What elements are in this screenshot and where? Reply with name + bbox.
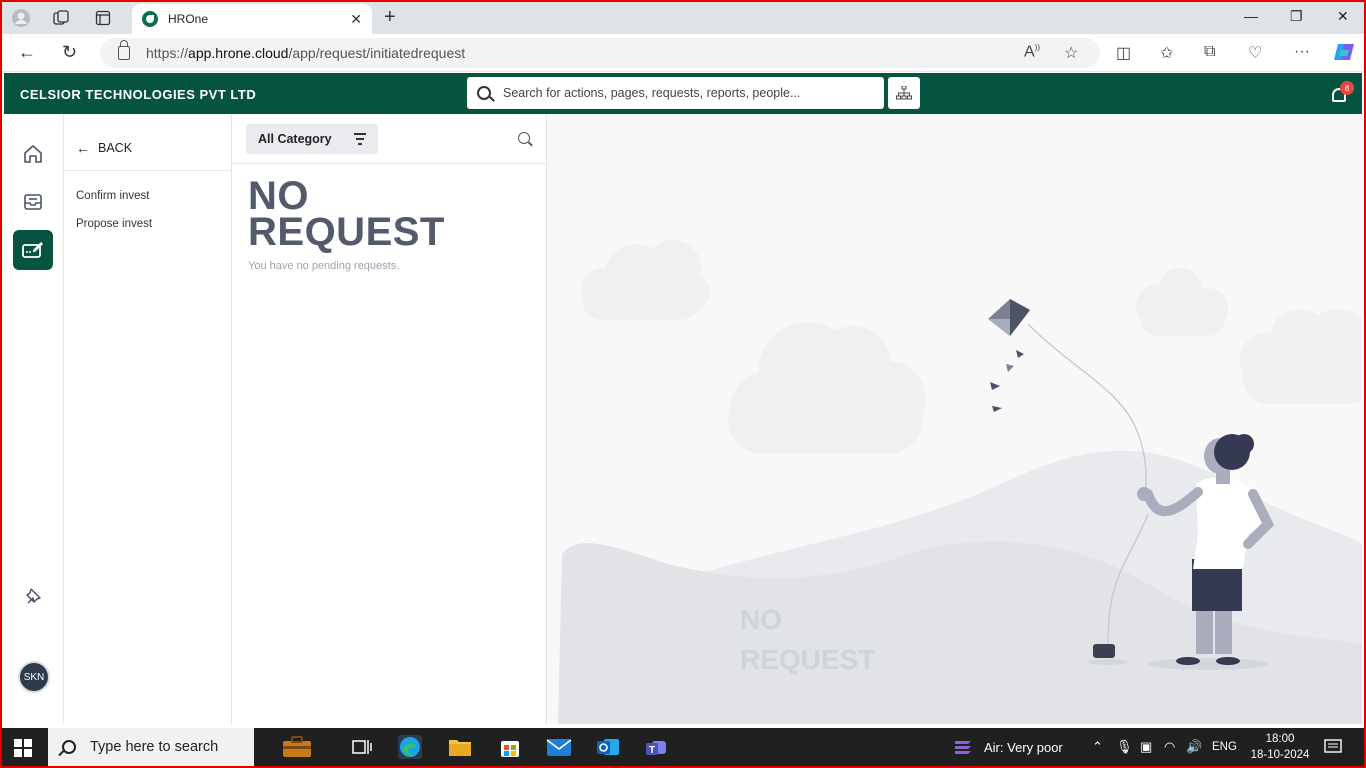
global-search-input[interactable]: Search for actions, pages, requests, rep… xyxy=(467,77,884,109)
favorites-icon[interactable]: ✩ xyxy=(1160,43,1173,63)
more-options-icon[interactable]: ··· xyxy=(1294,43,1310,61)
microsoft-store-icon[interactable] xyxy=(498,735,522,759)
url-bar[interactable]: https://app.hrone.cloud/app/request/init… xyxy=(100,38,1100,68)
collections-icon[interactable]: ⧉ xyxy=(1204,43,1215,61)
inbox-icon[interactable] xyxy=(13,182,53,222)
notification-center-icon[interactable] xyxy=(1324,728,1342,766)
company-name: CELSIOR TECHNOLOGIES PVT LTD xyxy=(20,87,257,102)
org-chart-button[interactable] xyxy=(888,77,920,109)
read-aloud-icon[interactable]: A)) xyxy=(1024,43,1040,61)
weather-text: Air: Very poor xyxy=(984,739,1063,755)
url-prefix: https:// xyxy=(146,45,189,61)
task-view-icon[interactable] xyxy=(350,735,374,759)
briefcase-icon[interactable] xyxy=(282,736,312,760)
request-list-panel: All Category NO REQUEST You have no pend… xyxy=(232,114,547,724)
new-tab-icon[interactable]: + xyxy=(384,6,396,29)
address-bar-row: ← ↻ https://app.hrone.cloud/app/request/… xyxy=(2,34,1364,72)
url-path: /app/request/initiatedrequest xyxy=(288,45,466,61)
notifications-button[interactable]: 8 xyxy=(1330,81,1354,105)
svg-text:T: T xyxy=(649,745,655,756)
wifi-icon[interactable]: ◠ xyxy=(1164,728,1175,766)
hrone-favicon-icon xyxy=(142,11,158,27)
air-quality-icon xyxy=(955,741,971,754)
meet-now-icon[interactable]: ▣ xyxy=(1140,728,1152,766)
teams-icon[interactable]: T xyxy=(644,735,668,759)
windows-start-icon[interactable] xyxy=(14,739,32,757)
browser-tab-hrone[interactable]: HROne ✕ xyxy=(132,4,372,34)
language-indicator[interactable]: ENG xyxy=(1212,728,1237,766)
tab-actions-icon[interactable] xyxy=(92,7,114,29)
favorite-star-icon[interactable]: ☆ xyxy=(1064,43,1078,63)
mail-icon[interactable] xyxy=(546,735,572,759)
restore-icon[interactable]: ❐ xyxy=(1290,8,1303,25)
refresh-icon[interactable]: ↻ xyxy=(62,42,77,63)
file-explorer-icon[interactable] xyxy=(448,735,472,759)
arrow-left-icon: ← xyxy=(76,140,90,156)
url-host: app.hrone.cloud xyxy=(188,45,289,61)
home-icon[interactable] xyxy=(13,134,53,174)
menu-item-confirm-invest[interactable]: Confirm invest xyxy=(76,190,150,202)
minimize-icon[interactable]: — xyxy=(1244,8,1258,24)
notification-badge: 8 xyxy=(1340,81,1354,95)
illustration-line1: NO xyxy=(740,604,782,635)
system-clock[interactable]: 18:00 18-10-2024 xyxy=(1250,731,1310,763)
app-header: CELSIOR TECHNOLOGIES PVT LTD Search for … xyxy=(4,73,1362,114)
weather-widget[interactable]: Air: Very poor xyxy=(952,728,1063,766)
org-chart-icon xyxy=(896,86,912,100)
divider xyxy=(232,163,547,164)
profile-icon[interactable] xyxy=(10,7,32,29)
kite-boy-illustration xyxy=(558,240,1362,724)
back-label: BACK xyxy=(98,141,133,155)
back-arrow-icon[interactable]: ← xyxy=(18,42,36,63)
menu-item-propose-invest[interactable]: Propose invest xyxy=(76,218,152,230)
illustration-caption: NO REQUEST xyxy=(740,600,875,680)
lock-icon xyxy=(118,40,130,60)
browser-tab-bar: HROne ✕ + — ❐ ✕ xyxy=(2,2,1364,34)
tab-title: HROne xyxy=(168,12,209,26)
taskbar-search-input[interactable]: Type here to search xyxy=(48,728,254,766)
volume-icon[interactable]: 🔊 xyxy=(1186,728,1202,766)
close-window-icon[interactable]: ✕ xyxy=(1337,8,1349,25)
empty-state-title: NO REQUEST xyxy=(248,174,445,254)
search-icon xyxy=(62,740,76,754)
empty-state-subtitle: You have no pending requests. xyxy=(248,260,400,272)
show-hidden-icons[interactable]: ⌃ xyxy=(1092,728,1103,766)
copilot-icon[interactable] xyxy=(1332,40,1356,69)
windows-taskbar: Type here to search T Air: Very poor ⌃ 🎙… xyxy=(2,728,1364,766)
category-label: All Category xyxy=(258,132,332,146)
search-icon xyxy=(477,86,491,100)
filter-icon xyxy=(354,133,366,148)
no-request-illustration: NO REQUEST xyxy=(548,114,1362,724)
illustration-line2: REQUEST xyxy=(740,644,876,675)
category-filter-button[interactable]: All Category xyxy=(246,124,378,154)
user-avatar[interactable]: SKN xyxy=(18,661,50,693)
list-search-icon[interactable] xyxy=(518,132,530,144)
back-button[interactable]: ← BACK xyxy=(76,140,132,156)
search-placeholder: Search for actions, pages, requests, rep… xyxy=(503,86,801,100)
clock-time: 18:00 xyxy=(1265,733,1295,745)
taskbar-search-placeholder: Type here to search xyxy=(90,739,219,755)
left-navigation-rail: SKN xyxy=(2,114,64,724)
close-tab-icon[interactable]: ✕ xyxy=(350,11,362,28)
divider xyxy=(64,170,232,171)
edge-browser-icon[interactable] xyxy=(398,735,422,759)
microphone-icon[interactable]: 🎙 xyxy=(1116,728,1133,766)
browser-essentials-icon[interactable]: ♡ xyxy=(1248,43,1262,63)
sub-menu-panel: ← BACK Confirm invest Propose invest xyxy=(64,114,232,724)
empty-title-line1: NO xyxy=(248,174,309,218)
split-screen-icon[interactable]: ◫ xyxy=(1116,43,1131,63)
pin-icon[interactable] xyxy=(13,576,53,616)
clock-date: 18-10-2024 xyxy=(1250,749,1310,761)
empty-title-line2: REQUEST xyxy=(248,210,445,254)
outlook-icon[interactable] xyxy=(596,735,620,759)
requests-edit-icon[interactable] xyxy=(13,230,53,270)
workspaces-icon[interactable] xyxy=(50,7,72,29)
